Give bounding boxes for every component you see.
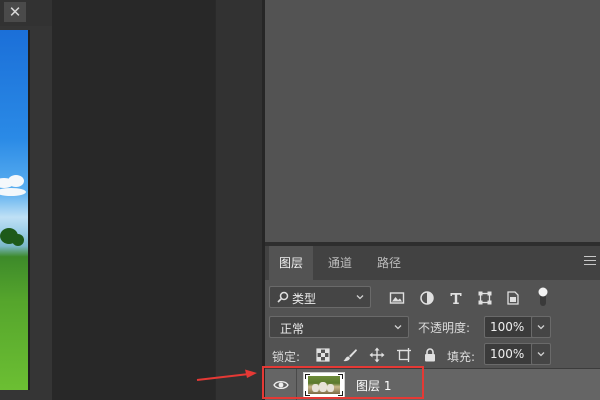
fill-input[interactable]: 100% — [484, 343, 534, 365]
layers-panel-tabs: 图层 通道 路径 — [265, 246, 600, 280]
chevron-down-icon — [394, 325, 402, 330]
lock-image-icon[interactable] — [342, 347, 358, 363]
image-frame-edge — [28, 30, 30, 390]
layer-kind-filter-select[interactable]: 类型 — [269, 286, 371, 308]
tab-channels[interactable]: 通道 — [318, 246, 362, 280]
annotation-arrow-icon — [196, 369, 257, 381]
fill-value: 100% — [490, 347, 525, 361]
type-filter-icon[interactable] — [448, 290, 464, 306]
close-document-button[interactable]: ✕ — [4, 2, 26, 22]
fill-dropdown-button[interactable] — [531, 343, 551, 365]
smart-object-filter-icon[interactable] — [505, 290, 521, 306]
lock-all-icon[interactable] — [422, 347, 438, 363]
collapsed-panel-dock — [215, 0, 262, 400]
tab-paths[interactable]: 路径 — [367, 246, 411, 280]
blend-mode-label: 正常 — [280, 322, 305, 336]
adjustment-filter-icon[interactable] — [419, 290, 435, 306]
panel-menu-icon[interactable] — [584, 256, 596, 268]
document-image — [0, 30, 28, 390]
cloud — [0, 188, 26, 196]
filter-toggle-icon[interactable] — [537, 286, 549, 308]
chevron-down-icon — [537, 325, 545, 330]
annotation-highlight-box — [262, 366, 424, 399]
blend-mode-select[interactable]: 正常 — [269, 316, 409, 338]
blend-opacity-row: 正常 不透明度: 100% — [265, 312, 600, 342]
image-filter-icon[interactable] — [389, 290, 405, 306]
tab-layers[interactable]: 图层 — [269, 246, 314, 280]
lock-transparent-icon[interactable] — [315, 347, 331, 363]
opacity-label: 不透明度: — [418, 321, 471, 335]
tree — [12, 234, 24, 246]
opacity-value: 100% — [490, 320, 525, 334]
lock-label: 锁定: — [272, 350, 301, 364]
shape-filter-icon[interactable] — [477, 290, 493, 306]
opacity-dropdown-button[interactable] — [531, 316, 551, 338]
lock-position-icon[interactable] — [369, 347, 385, 363]
lock-fill-row: 锁定: 填充: 100% — [265, 341, 600, 369]
fill-label: 填充: — [447, 350, 476, 364]
filter-row: 类型 — [265, 282, 600, 312]
search-icon — [277, 291, 289, 303]
workspace-background — [52, 0, 215, 400]
chevron-down-icon — [356, 295, 364, 300]
cloud — [8, 175, 24, 187]
lock-artboard-icon[interactable] — [396, 347, 412, 363]
chevron-down-icon — [537, 352, 545, 357]
document-tab: ✕ — [0, 0, 52, 26]
properties-panel-area — [265, 0, 600, 242]
opacity-input[interactable]: 100% — [484, 316, 534, 338]
layer-kind-filter-label: 类型 — [292, 292, 317, 306]
